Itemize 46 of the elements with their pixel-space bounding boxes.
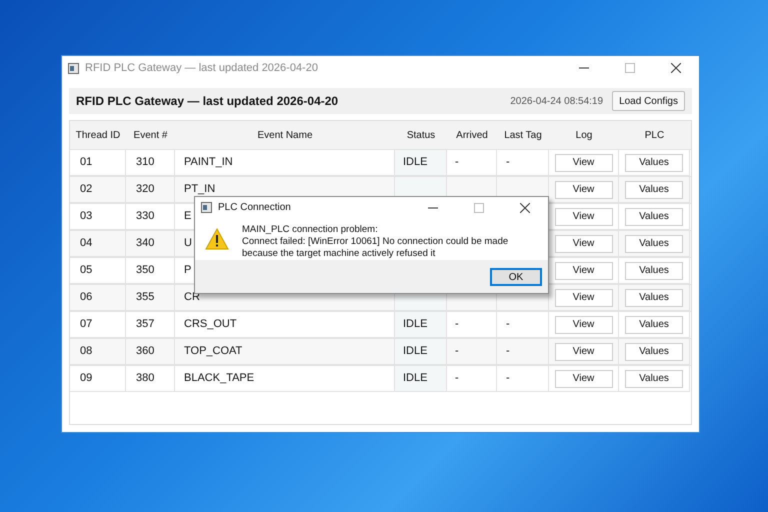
plc-values-button[interactable]: Values bbox=[625, 154, 683, 172]
table-cell: 09 bbox=[70, 366, 126, 392]
status-cell: IDLE bbox=[395, 366, 447, 392]
view-log-button[interactable]: View bbox=[554, 316, 612, 334]
plc-values-button[interactable]: Values bbox=[625, 208, 683, 226]
view-log-button[interactable]: View bbox=[554, 154, 612, 172]
load-configs-button[interactable]: Load Configs bbox=[612, 91, 685, 111]
plc-values-button[interactable]: Values bbox=[625, 262, 683, 280]
table-cell: 380 bbox=[126, 366, 175, 392]
view-log-button[interactable]: View bbox=[554, 234, 612, 252]
window-title: RFID PLC Gateway — last updated 2026-04-20 bbox=[85, 60, 318, 76]
status-cell: IDLE bbox=[395, 312, 447, 338]
column-header: Log bbox=[574, 128, 594, 142]
dialog-title: PLC Connection bbox=[218, 201, 291, 215]
plc-values-button[interactable]: Values bbox=[625, 370, 683, 388]
column-header: PLC bbox=[644, 128, 666, 142]
view-log-button[interactable]: View bbox=[554, 208, 612, 226]
app-icon bbox=[68, 62, 79, 74]
status-cell: IDLE bbox=[395, 339, 447, 365]
column-header: Event # bbox=[132, 128, 168, 142]
plc-values-button[interactable]: Values bbox=[625, 180, 683, 198]
view-log-button[interactable]: View bbox=[554, 262, 612, 280]
plc-values-button[interactable]: Values bbox=[625, 234, 683, 252]
plc-values-button[interactable]: Values bbox=[625, 316, 683, 334]
view-log-button[interactable]: View bbox=[554, 342, 612, 360]
table-cell: BLACK_TAPE bbox=[175, 366, 395, 392]
plc-values-button[interactable]: Values bbox=[625, 288, 683, 306]
column-header: Event Name bbox=[256, 128, 314, 142]
close-icon[interactable] bbox=[671, 63, 681, 73]
view-log-button[interactable]: View bbox=[554, 180, 612, 198]
column-header: Thread ID bbox=[74, 128, 122, 142]
close-icon[interactable] bbox=[520, 202, 530, 212]
column-header: Arrived bbox=[455, 128, 489, 142]
ok-button[interactable]: OK bbox=[490, 268, 542, 286]
table-cell: - bbox=[497, 366, 549, 392]
table-cell: - bbox=[447, 366, 497, 392]
warning-icon bbox=[205, 228, 229, 250]
timestamp: 2026-04-24 08:54:19 bbox=[510, 94, 604, 108]
column-header: Last Tag bbox=[503, 128, 543, 142]
column-header: Status bbox=[406, 128, 436, 142]
header-title: RFID PLC Gateway — last updated 2026-04-20 bbox=[76, 93, 338, 110]
view-log-button[interactable]: View bbox=[554, 288, 612, 306]
view-log-button[interactable]: View bbox=[554, 370, 612, 388]
status-cell: IDLE bbox=[395, 150, 447, 176]
plc-values-button[interactable]: Values bbox=[625, 342, 683, 360]
app-icon bbox=[201, 202, 212, 213]
